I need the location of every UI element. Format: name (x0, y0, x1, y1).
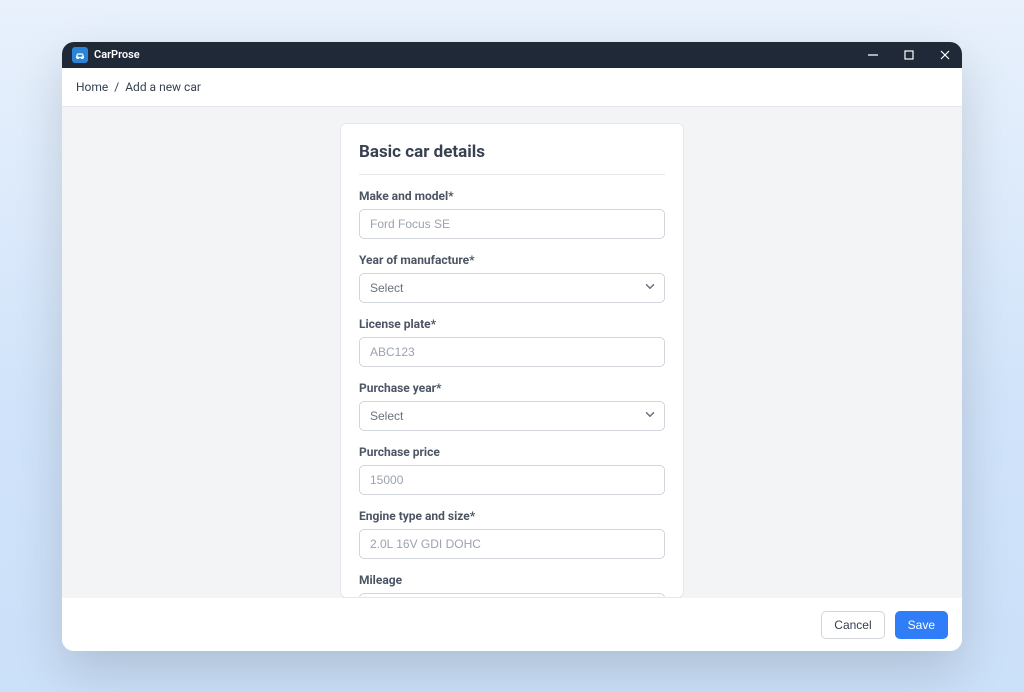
label-license-plate: License plate* (359, 317, 665, 331)
field-make-model: Make and model* (359, 189, 665, 239)
brand: CarProse (72, 47, 866, 63)
label-purchase-price: Purchase price (359, 445, 665, 459)
app-logo-icon (72, 47, 88, 63)
form-title: Basic car details (359, 142, 665, 175)
select-purchase-year[interactable]: Select (359, 401, 665, 431)
app-title: CarProse (94, 48, 140, 61)
field-license-plate: License plate* (359, 317, 665, 367)
input-engine[interactable] (359, 529, 665, 559)
cancel-button[interactable]: Cancel (821, 611, 884, 639)
label-year-manufacture: Year of manufacture* (359, 253, 665, 267)
select-year-manufacture[interactable]: Select (359, 273, 665, 303)
label-make-model: Make and model* (359, 189, 665, 203)
breadcrumb-current: Add a new car (125, 80, 201, 94)
form-card: Basic car details Make and model* Year o… (340, 123, 684, 598)
field-purchase-price: Purchase price (359, 445, 665, 495)
window-minimize-icon[interactable] (866, 48, 880, 62)
titlebar: CarProse (62, 42, 962, 68)
field-engine: Engine type and size* (359, 509, 665, 559)
label-engine: Engine type and size* (359, 509, 665, 523)
label-purchase-year: Purchase year* (359, 381, 665, 395)
input-purchase-price[interactable] (359, 465, 665, 495)
footer-actions: Cancel Save (62, 598, 962, 651)
label-mileage: Mileage (359, 573, 665, 587)
input-make-model[interactable] (359, 209, 665, 239)
input-license-plate[interactable] (359, 337, 665, 367)
field-purchase-year: Purchase year* Select (359, 381, 665, 431)
field-year-manufacture: Year of manufacture* Select (359, 253, 665, 303)
app-window: CarProse Home / Add a new car Basic car … (62, 42, 962, 651)
content-area: Basic car details Make and model* Year o… (62, 107, 962, 598)
breadcrumb-sep: / (114, 80, 119, 94)
field-mileage: Mileage (359, 573, 665, 598)
window-close-icon[interactable] (938, 48, 952, 62)
save-button[interactable]: Save (895, 611, 948, 639)
breadcrumb-home[interactable]: Home (76, 80, 108, 94)
window-maximize-icon[interactable] (902, 48, 916, 62)
breadcrumb: Home / Add a new car (62, 68, 962, 107)
window-controls (866, 48, 952, 62)
